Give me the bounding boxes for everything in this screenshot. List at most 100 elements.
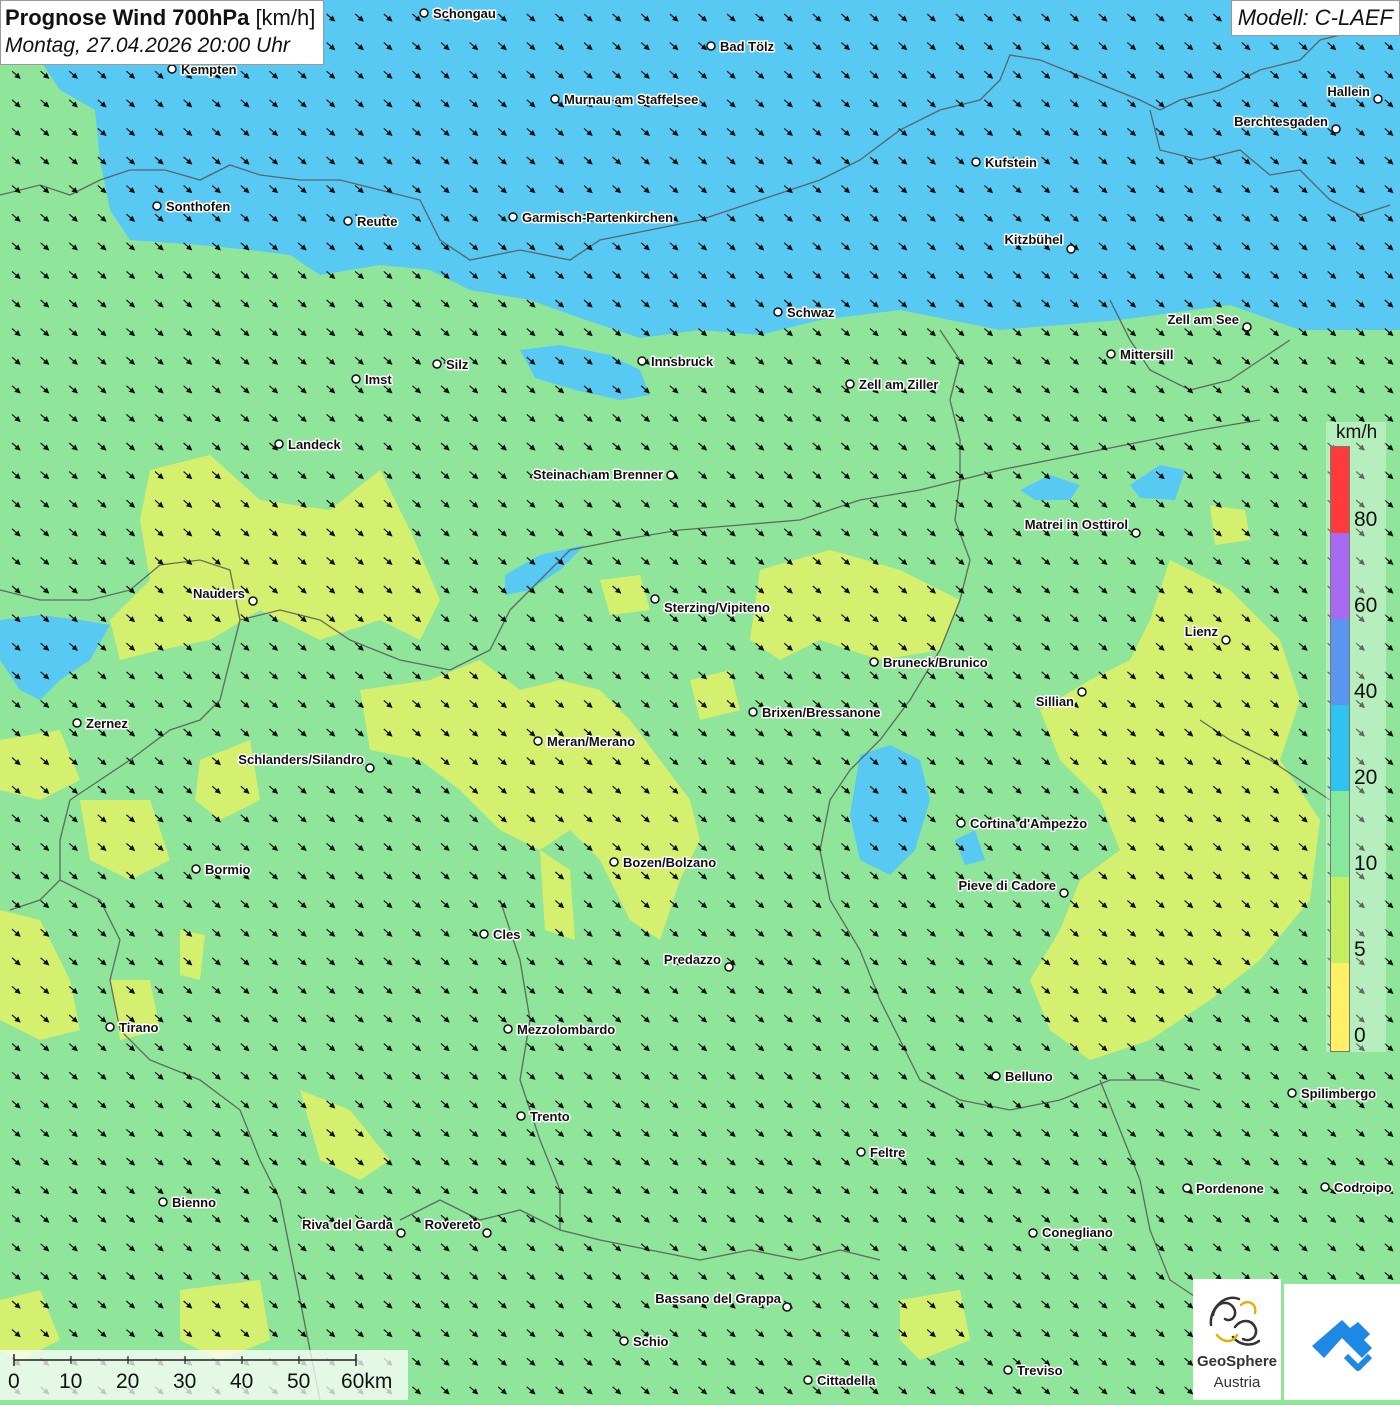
city-marker-icon — [343, 216, 353, 226]
city-marker-icon — [706, 41, 716, 51]
city-label: Steinach am Brenner — [533, 467, 663, 482]
city-steinach-am-brenner: Steinach am Brenner — [531, 466, 676, 484]
city-marker-icon — [533, 736, 543, 746]
city-mezzolombardo: Mezzolombardo — [503, 1021, 617, 1039]
city-marker-icon — [396, 1228, 406, 1238]
city-label: Mezzolombardo — [517, 1022, 615, 1037]
scale-label-20: 20 — [116, 1370, 140, 1393]
city-label: Cles — [493, 927, 520, 942]
city-marker-icon — [152, 201, 162, 211]
city-label: Cortina d'Ampezzo — [970, 816, 1087, 831]
city-brixen-bressanone: Brixen/Bressanone — [748, 704, 882, 722]
model-label: Modell: C-LAEF — [1230, 0, 1400, 36]
city-marker-icon — [1320, 1182, 1330, 1192]
city-label: Garmisch-Partenkirchen — [522, 210, 673, 225]
city-label: Kitzbühel — [1005, 232, 1064, 247]
legend-seg-5 — [1331, 877, 1349, 963]
city-label: Hallein — [1327, 84, 1370, 99]
map-title: Prognose Wind 700hPa [km/h] — [5, 4, 315, 32]
city-marker-icon — [1066, 244, 1076, 254]
city-label: Zernez — [86, 716, 128, 731]
city-label: Belluno — [1005, 1069, 1053, 1084]
legend-seg-20 — [1331, 705, 1349, 791]
city-label: Sillian — [1036, 694, 1074, 709]
geosphere-logo[interactable]: GeoSphere Austria — [1193, 1279, 1281, 1400]
city-label: Meran/Merano — [547, 734, 635, 749]
city-label: Silz — [446, 357, 469, 372]
wind-forecast-map[interactable]: SchongauBad TölzKemptenMurnau am Staffel… — [0, 0, 1400, 1400]
city-bruneck-brunico: Bruneck/Brunico — [869, 654, 989, 672]
city-label: Mittersill — [1120, 347, 1173, 362]
legend-tick-40: 40 — [1354, 680, 1378, 703]
city-label: Bruneck/Brunico — [883, 655, 988, 670]
city-label: Zell am Ziller — [859, 377, 938, 392]
city-label: Bassano del Grappa — [655, 1291, 781, 1306]
legend-seg-60 — [1331, 533, 1349, 619]
city-marker-icon — [1106, 349, 1116, 359]
city-marker-icon — [72, 718, 82, 728]
city-marker-icon — [956, 818, 966, 828]
city-conegliano: Conegliano — [1028, 1224, 1114, 1242]
city-label: Zell am See — [1167, 312, 1239, 327]
legend-tick-5: 5 — [1354, 938, 1366, 961]
legend-seg-0 — [1331, 963, 1349, 1051]
city-label: Schwaz — [787, 305, 835, 320]
scale-label-30: 30 — [173, 1370, 197, 1393]
legend-seg-10 — [1331, 791, 1349, 877]
city-murnau-am-staffelsee: Murnau am Staffelsee — [550, 91, 700, 109]
city-label: Kufstein — [985, 155, 1037, 170]
city-label: Feltre — [870, 1145, 905, 1160]
city-label: Riva del Garda — [302, 1217, 394, 1232]
legend-color-bar — [1330, 446, 1350, 1052]
scale-label-40: 40 — [230, 1370, 254, 1393]
scale-label-0: 0 — [8, 1370, 20, 1393]
city-label: Lienz — [1185, 624, 1219, 639]
city-label: Rovereto — [425, 1217, 481, 1232]
city-meran-merano: Meran/Merano — [533, 733, 637, 751]
city-marker-icon — [550, 94, 560, 104]
color-legend: km/h 80 60 40 20 10 5 0 — [1326, 422, 1386, 1052]
city-marker-icon — [1182, 1183, 1192, 1193]
city-label: Bienno — [172, 1195, 216, 1210]
city-label: Pieve di Cadore — [958, 878, 1056, 893]
city-zell-am-ziller: Zell am Ziller — [845, 376, 940, 394]
app-logo[interactable] — [1284, 1284, 1400, 1400]
city-marker-icon — [508, 212, 518, 222]
title-unit: [km/h] — [255, 5, 316, 30]
city-label: Pordenone — [1196, 1181, 1264, 1196]
city-marker-icon — [432, 359, 442, 369]
city-marker-icon — [479, 929, 489, 939]
city-marker-icon — [869, 657, 879, 667]
city-marker-icon — [1131, 528, 1141, 538]
city-marker-icon — [167, 64, 177, 74]
city-label: Sterzing/Vipiteno — [664, 600, 770, 615]
legend-seg-40 — [1331, 619, 1349, 705]
legend-tick-10: 10 — [1354, 852, 1378, 875]
city-label: Bormio — [205, 862, 251, 877]
city-marker-icon — [274, 439, 284, 449]
title-bold: Prognose Wind 700hPa — [5, 5, 250, 30]
scale-bar: 0 10 20 30 40 50 60km — [0, 1350, 408, 1400]
city-marker-icon — [158, 1197, 168, 1207]
map-title-box: Prognose Wind 700hPa [km/h] Montag, 27.0… — [0, 0, 325, 65]
city-label: Imst — [365, 372, 392, 387]
city-marker-icon — [516, 1111, 526, 1121]
forecast-datetime: Montag, 27.04.2026 20:00 Uhr — [5, 34, 290, 57]
city-label: Bad Tölz — [720, 39, 775, 54]
city-marker-icon — [1331, 124, 1341, 134]
city-label: Tirano — [119, 1020, 159, 1035]
city-marker-icon — [1003, 1365, 1013, 1375]
city-marker-icon — [351, 374, 361, 384]
city-label: Nauders — [193, 586, 245, 601]
city-label: Matrei in Osttirol — [1025, 517, 1128, 532]
city-marker-icon — [782, 1302, 792, 1312]
city-marker-icon — [856, 1147, 866, 1157]
geosphere-emblem-icon — [1209, 1296, 1261, 1346]
city-marker-icon — [609, 857, 619, 867]
city-label: Schlanders/Silandro — [238, 752, 364, 767]
city-label: Cittadella — [817, 1373, 876, 1388]
city-label: Conegliano — [1042, 1225, 1113, 1240]
city-label: Schongau — [433, 6, 496, 21]
city-label: Brixen/Bressanone — [762, 705, 881, 720]
legend-tick-80: 80 — [1354, 508, 1378, 531]
